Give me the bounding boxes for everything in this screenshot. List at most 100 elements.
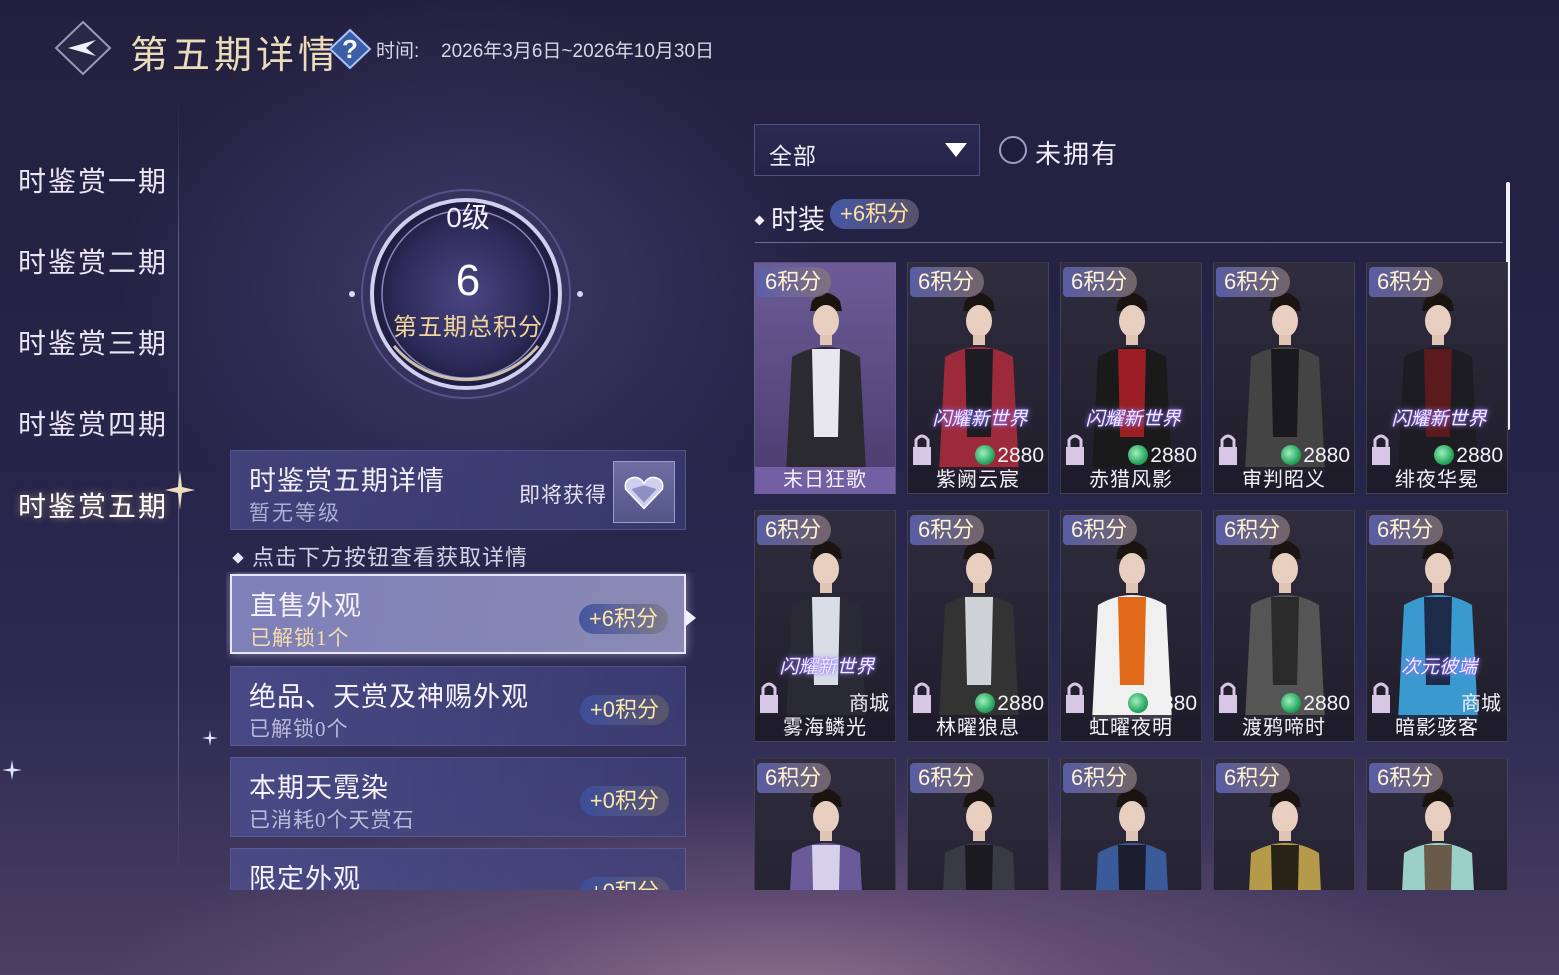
outfit-figure-image <box>1402 789 1474 890</box>
time-value: 2026年3月6日~2026年10月30日 <box>441 41 715 62</box>
category-points-badge: +0积分 <box>579 786 669 816</box>
outfit-card[interactable]: 6积分 2880 渡鸦啼时 <box>1213 510 1355 742</box>
back-arrow-icon[interactable] <box>54 20 112 76</box>
lock-icon <box>1066 682 1084 713</box>
lock-icon <box>1066 434 1084 465</box>
lock-icon <box>913 682 931 713</box>
outfit-figure-image <box>786 293 866 473</box>
category-sub: 已消耗0个天赏石 <box>249 808 415 832</box>
outfit-card[interactable]: 6积分末日狂歌 <box>754 262 896 494</box>
outfit-figure-image <box>943 789 1015 890</box>
nav-item-period-4[interactable]: 时鉴赏四期 <box>18 403 168 443</box>
card-name: 雾海鳞光 <box>755 715 895 741</box>
category-title: 绝品、天赏及神赐外观 <box>249 682 529 712</box>
reward-preview[interactable] <box>613 461 675 523</box>
outfit-card[interactable]: 6积分 闪耀新世界 2880 绯夜华冕 <box>1366 262 1508 494</box>
category-points-badge: +6积分 <box>578 604 668 634</box>
card-price-value: 2880 <box>1150 444 1197 467</box>
jade-coin-icon <box>975 693 996 713</box>
section-title: 时装 <box>754 198 825 237</box>
category-points-badge: +0积分 <box>579 695 669 725</box>
not-owned-label[interactable]: 未拥有 <box>1035 134 1119 171</box>
card-name: 紫阙云宸 <box>908 467 1048 493</box>
card-name: 审判昭义 <box>1214 467 1354 493</box>
outfit-card[interactable]: 6积分 <box>1060 758 1202 890</box>
outfit-card[interactable]: 6积分 <box>754 758 896 890</box>
outfit-card[interactable]: 6积分 2880 虹曜夜明 <box>1060 510 1202 742</box>
jade-coin-icon <box>1434 445 1455 465</box>
card-points-badge: 6积分 <box>1063 515 1138 545</box>
category-filter-select[interactable]: 全部 <box>754 124 980 176</box>
outfit-card[interactable]: 6积分 <box>1213 758 1355 890</box>
selected-arrow-icon <box>686 610 696 626</box>
card-price: 2880 <box>1128 691 1197 717</box>
card-price-value: 2880 <box>997 692 1044 715</box>
outfit-card[interactable]: 6积分 2880 审判昭义 <box>1213 262 1355 494</box>
card-price: 2880 <box>975 691 1044 717</box>
nav-item-period-5[interactable]: 时鉴赏五期 <box>18 485 168 525</box>
card-points-badge: 6积分 <box>1216 515 1291 545</box>
card-points-badge: 6积分 <box>757 763 832 793</box>
outfit-card[interactable]: 6积分 <box>907 758 1049 890</box>
outfit-figure-image <box>790 789 862 890</box>
card-points-badge: 6积分 <box>910 763 985 793</box>
outfit-card[interactable]: 6积分 2880 林曜狼息 <box>907 510 1049 742</box>
outfit-figure-image <box>1249 789 1321 890</box>
detail-subtitle: 暂无等级 <box>249 501 341 525</box>
card-banner: 次元彼端 <box>1400 657 1477 678</box>
category-sub: 已解锁1个 <box>250 626 350 650</box>
card-banner: 闪耀新世界 <box>932 409 1028 430</box>
card-points-badge: 6积分 <box>1369 515 1444 545</box>
category-title: 直售外观 <box>250 591 362 621</box>
crystal-heart-icon <box>624 476 664 510</box>
outfit-card[interactable]: 6积分闪耀新世界 2880 紫阙云宸 <box>907 262 1049 494</box>
not-owned-checkbox[interactable] <box>999 136 1027 164</box>
category-limited[interactable]: 限定外观 +0积分 <box>230 848 686 890</box>
svg-text:?: ? <box>342 34 358 64</box>
card-points-badge: 6积分 <box>1369 267 1444 297</box>
nav-item-period-1[interactable]: 时鉴赏一期 <box>18 160 168 200</box>
card-points-badge: 6积分 <box>910 515 985 545</box>
category-dye[interactable]: 本期天霓染 已消耗0个天赏石 +0积分 <box>230 757 686 837</box>
card-price: 2880 <box>1281 691 1350 717</box>
outfit-card[interactable]: 6积分 闪耀新世界 商城 雾海鳞光 <box>754 510 896 742</box>
lock-icon <box>760 682 778 713</box>
soon-label: 即将获得 <box>519 483 607 507</box>
card-name: 暗影骇客 <box>1367 715 1507 741</box>
triangle-down-icon <box>945 143 967 157</box>
section-divider <box>755 242 1503 243</box>
outfit-card[interactable]: 6积分闪耀新世界 2880 赤猎风影 <box>1060 262 1202 494</box>
card-price: 2880 <box>1281 443 1350 469</box>
category-sub: 已解锁0个 <box>249 717 349 741</box>
card-points-badge: 6积分 <box>757 267 832 297</box>
card-price: 2880 <box>1128 443 1197 469</box>
category-points-badge: +0积分 <box>579 877 669 890</box>
card-price: 2880 <box>975 443 1044 469</box>
jade-coin-icon <box>1281 693 1302 713</box>
hint-text: 点击下方按钮查看获取详情 <box>232 540 528 572</box>
section-points-badge: +6积分 <box>830 199 920 229</box>
card-points-badge: 6积分 <box>1216 763 1291 793</box>
card-points-badge: 6积分 <box>1063 267 1138 297</box>
category-premium[interactable]: 绝品、天赏及神赐外观 已解锁0个 +0积分 <box>230 666 686 746</box>
time-label: 时间: <box>376 41 420 62</box>
category-direct-sale[interactable]: 直售外观 已解锁1个 +6积分 <box>230 574 686 654</box>
category-list: 直售外观 已解锁1个 +6积分 绝品、天赏及神赐外观 已解锁0个 +0积分 本期… <box>226 572 696 890</box>
card-shop-label: 商城 <box>1461 693 1501 715</box>
card-name: 赤猎风影 <box>1061 467 1201 493</box>
card-name: 末日狂歌 <box>755 467 895 493</box>
section-title-text: 时装 <box>771 205 825 235</box>
outfit-card[interactable]: 6积分次元彼端商城 暗影骇客 <box>1366 510 1508 742</box>
outfit-figure-image <box>1096 789 1168 890</box>
card-name: 渡鸦啼时 <box>1214 715 1354 741</box>
card-price-value: 2880 <box>1150 692 1197 715</box>
page-title: 第五期详情 <box>130 35 341 77</box>
card-points-badge: 6积分 <box>1369 763 1444 793</box>
card-banner: 闪耀新世界 <box>1085 409 1181 430</box>
period-detail-panel[interactable]: 时鉴赏五期详情 暂无等级 即将获得 <box>230 450 686 530</box>
question-mark-icon[interactable]: ? <box>328 28 372 70</box>
outfit-card[interactable]: 6积分 <box>1366 758 1508 890</box>
card-points-badge: 6积分 <box>910 267 985 297</box>
detail-title: 时鉴赏五期详情 <box>249 466 445 496</box>
filter-value: 全部 <box>769 144 817 169</box>
